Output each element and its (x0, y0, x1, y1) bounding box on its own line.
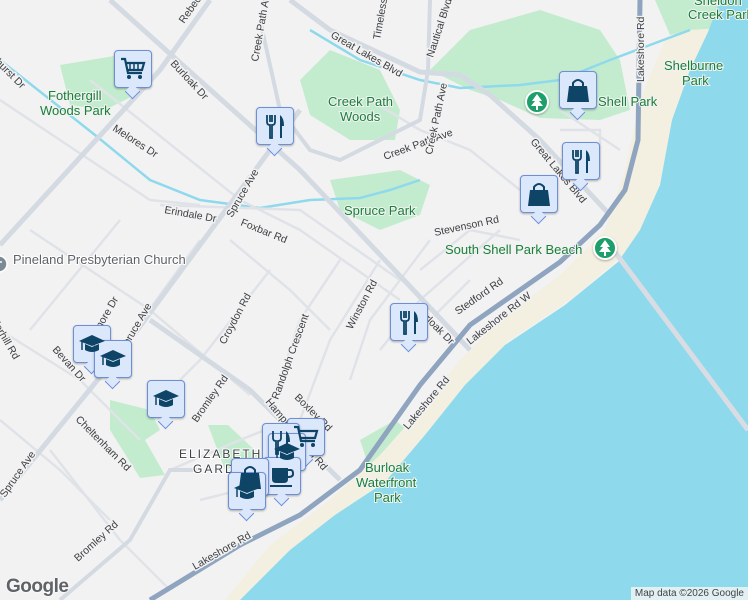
park-label: Fothergill (48, 88, 102, 103)
fork-knife-icon (266, 115, 284, 139)
street-label: Winston Rd (344, 278, 380, 332)
park-label: Woods Park (40, 103, 111, 118)
street-label: Timeless Dr (371, 0, 393, 41)
school-marker[interactable] (147, 380, 185, 418)
church-icon[interactable] (0, 255, 8, 273)
map-canvas[interactable]: Rebecca St Burloak Dr Burloak Dr Creek P… (0, 0, 748, 600)
street-label: Pinehurst Dr (0, 42, 28, 92)
shopping-bag-icon (567, 79, 589, 102)
google-logo[interactable]: Google (6, 576, 69, 598)
park-label: Shell Park (598, 94, 658, 109)
park-label: Shelburne (664, 58, 723, 73)
street-label: Spruce Ave (0, 449, 38, 500)
restaurant-marker[interactable] (256, 107, 294, 145)
park-label: Burloak (365, 460, 410, 475)
shopping-cart-icon (121, 57, 146, 79)
street-label: Randolph Crescent (270, 312, 312, 401)
street-label: Creek Path Ave (249, 0, 273, 63)
park-label: Spruce Park (344, 203, 416, 218)
park-label: Woods (340, 109, 381, 124)
park-pin-tree-icon[interactable] (593, 236, 617, 260)
fork-knife-icon (572, 150, 590, 174)
street-label: Bromley Rd (190, 373, 231, 425)
street-label: Croydon Rd (217, 291, 254, 346)
map-attribution[interactable]: Map data ©2026 Google (630, 587, 748, 600)
school-marker[interactable] (94, 340, 132, 378)
shopping-marker[interactable] (559, 71, 597, 109)
street-label: Bromley Rd (72, 519, 121, 565)
graduation-cap-icon (234, 482, 260, 499)
street-label: Underhill Rd (0, 306, 22, 362)
street-label: Lakeshore Rd (635, 16, 647, 82)
church-label: Pineland Presbyterian Church (13, 252, 186, 267)
restaurant-marker[interactable] (562, 142, 600, 180)
cafe-marker[interactable] (263, 457, 301, 495)
park-label: Park (374, 490, 401, 505)
restaurant-marker[interactable] (390, 303, 428, 341)
park-label: Park (682, 73, 709, 88)
park-label: Waterfront (356, 475, 417, 490)
park-pin-tree-icon[interactable] (525, 90, 549, 114)
shopping-bag-icon (528, 183, 550, 206)
park-label: Creek Path (328, 94, 393, 109)
graduation-cap-icon (100, 350, 126, 367)
shopping-marker[interactable] (520, 175, 558, 213)
street-label: Creek Path Ave (423, 82, 450, 156)
fork-knife-icon (400, 311, 418, 335)
coffee-cup-icon (270, 468, 295, 487)
park-label: South Shell Park Beach (445, 242, 582, 257)
street-label: Lakeshore Rd (191, 529, 254, 572)
street-label: Burloak Dr (168, 58, 211, 103)
graduation-cap-icon (153, 390, 179, 407)
park-label: Creek Park (688, 7, 748, 22)
grocery-marker[interactable] (114, 50, 152, 88)
school-marker[interactable] (228, 472, 266, 510)
